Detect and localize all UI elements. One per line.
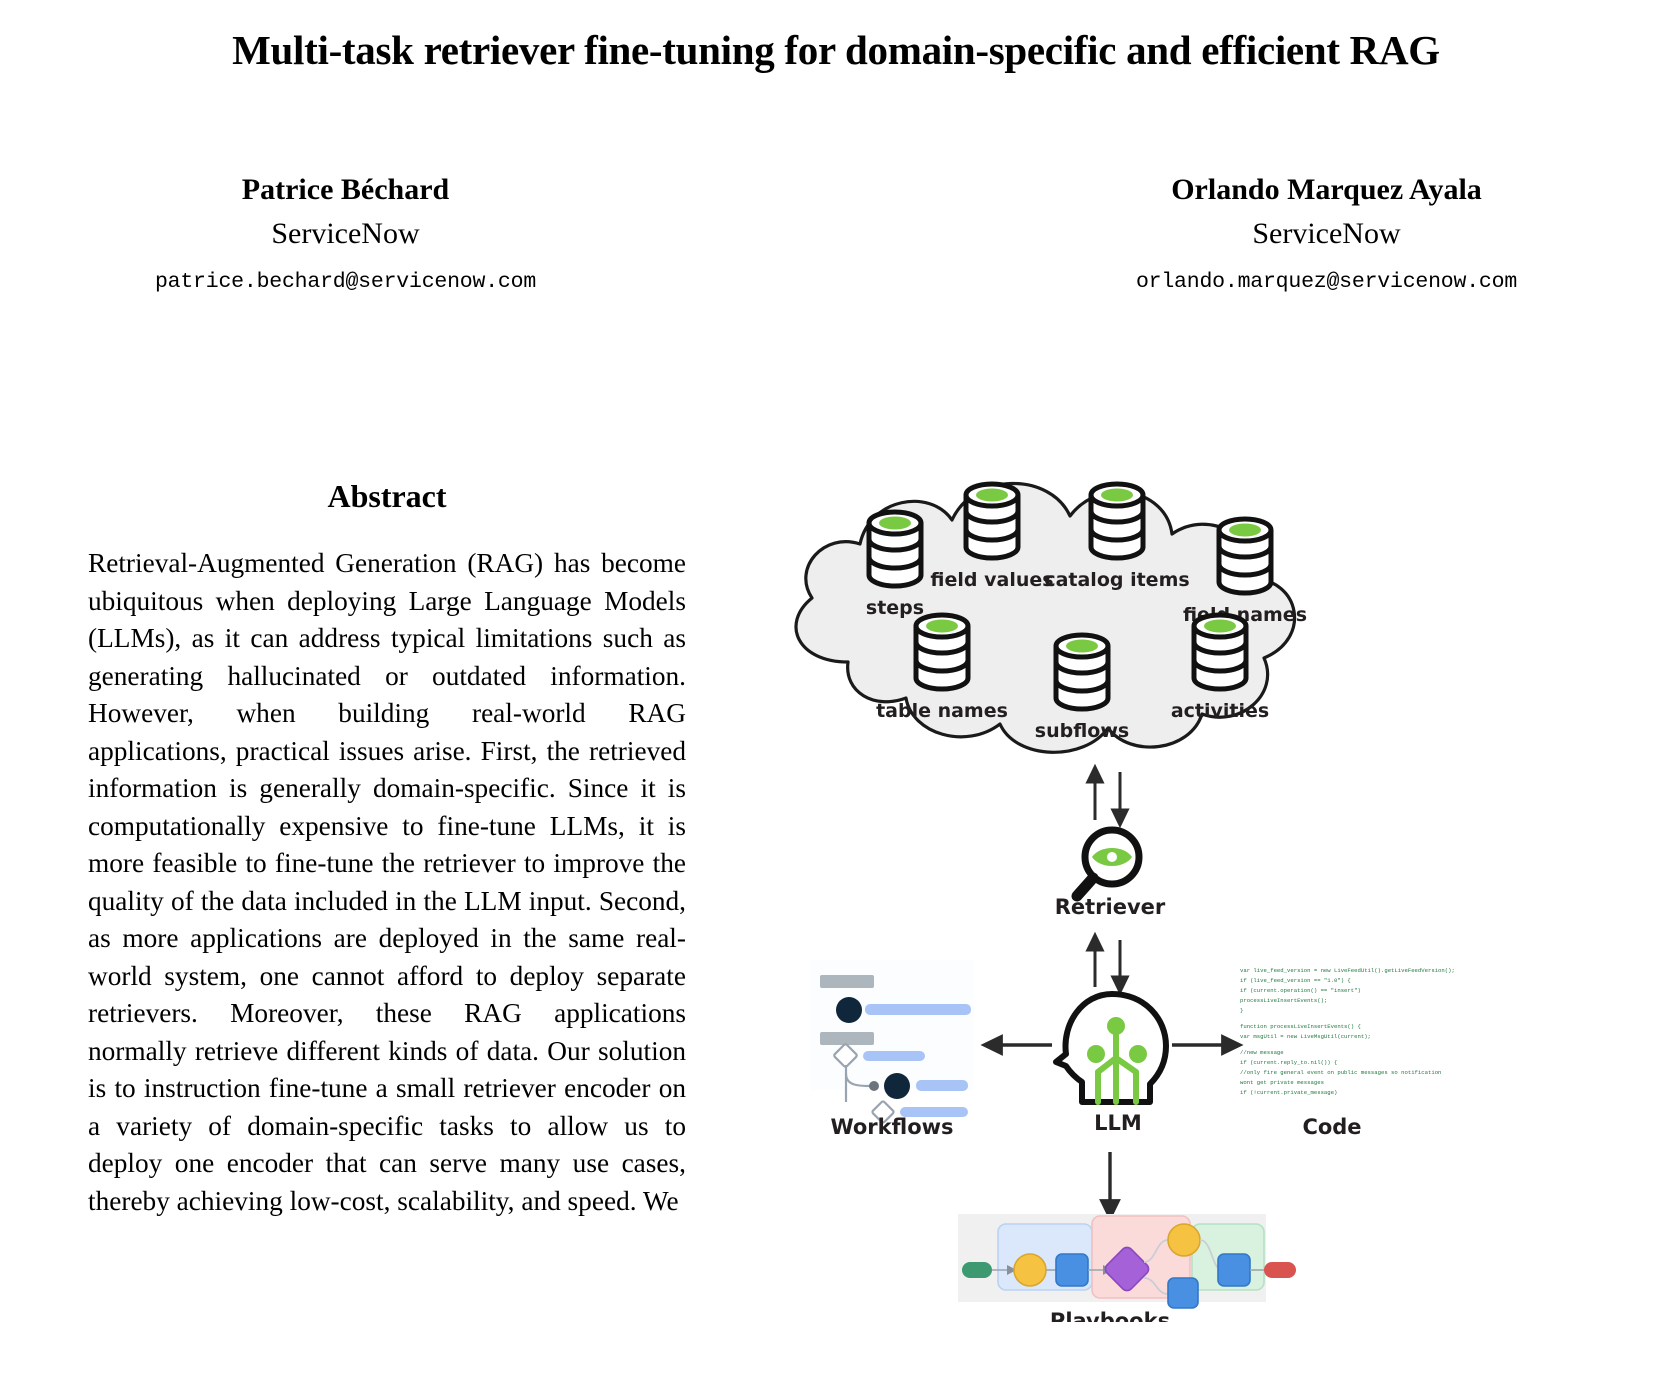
retriever-icon <box>1071 826 1143 902</box>
code-line: if (current.operation() == "insert") <box>1240 987 1361 994</box>
author-list: Patrice Béchard ServiceNow patrice.becha… <box>0 170 1672 294</box>
playbooks-panel <box>958 1214 1296 1309</box>
database-label: activities <box>1171 700 1269 722</box>
author-email[interactable]: patrice.bechard@servicenow.com <box>0 270 691 294</box>
workflows-label: Workflows <box>830 1115 953 1139</box>
code-line: } <box>1240 1007 1243 1014</box>
database-label: table names <box>876 700 1008 722</box>
code-line: if (!current.private_message) <box>1240 1089 1337 1096</box>
database-label: catalog items <box>1044 569 1189 591</box>
retriever-label: Retriever <box>1055 895 1166 919</box>
system-architecture-figure: steps field values catalog items field n… <box>740 462 1540 1322</box>
code-label: Code <box>1302 1115 1361 1139</box>
page-title: Multi-task retriever fine-tuning for dom… <box>232 27 1440 73</box>
arrow-cloud-retriever <box>1085 763 1130 829</box>
abstract-heading: Abstract <box>327 478 447 514</box>
database-label: field values <box>930 569 1053 591</box>
author-name: Patrice Béchard <box>241 173 450 206</box>
code-line: processLiveInsertEvents(); <box>1240 997 1327 1004</box>
code-line: if (live_feed_version == "1.0") { <box>1240 977 1351 984</box>
code-line: var live_feed_version = new LiveFeedUtil… <box>1240 967 1455 974</box>
workflows-panel <box>810 960 974 1124</box>
code-line: var msgUtil = new LiveMsgUtil(current); <box>1240 1033 1371 1040</box>
code-line: function processLiveInsertEvents() { <box>1240 1023 1361 1030</box>
llm-label: LLM <box>1094 1111 1142 1135</box>
code-panel: var live_feed_version = new LiveFeedUtil… <box>1240 967 1455 1096</box>
database-label: subflows <box>1035 720 1129 742</box>
database-label: steps <box>866 597 924 619</box>
author-block-1: Patrice Béchard ServiceNow patrice.becha… <box>0 170 911 294</box>
author-affiliation: ServiceNow <box>271 216 420 250</box>
author-email[interactable]: orlando.marquez@servicenow.com <box>981 270 1672 294</box>
code-line: wont get private messages <box>1240 1079 1324 1086</box>
author-block-2: Orlando Marquez Ayala ServiceNow orlando… <box>911 170 1672 294</box>
database-cylinder-steps: steps <box>866 512 924 619</box>
code-line: //new message <box>1240 1049 1284 1056</box>
author-affiliation: ServiceNow <box>1252 216 1401 250</box>
playbooks-label: Playbooks <box>1050 1309 1170 1322</box>
code-line: if (current.reply_to.nil()) { <box>1240 1059 1337 1066</box>
abstract-body: Retrieval-Augmented Generation (RAG) has… <box>88 548 686 1216</box>
arrow-retriever-llm <box>1085 931 1130 996</box>
code-line: //only fire general event on public mess… <box>1240 1069 1441 1076</box>
author-name: Orlando Marquez Ayala <box>1171 173 1482 206</box>
llm-icon <box>1053 991 1169 1105</box>
abstract-section: Abstract Retrieval-Augmented Generation … <box>88 478 686 1220</box>
